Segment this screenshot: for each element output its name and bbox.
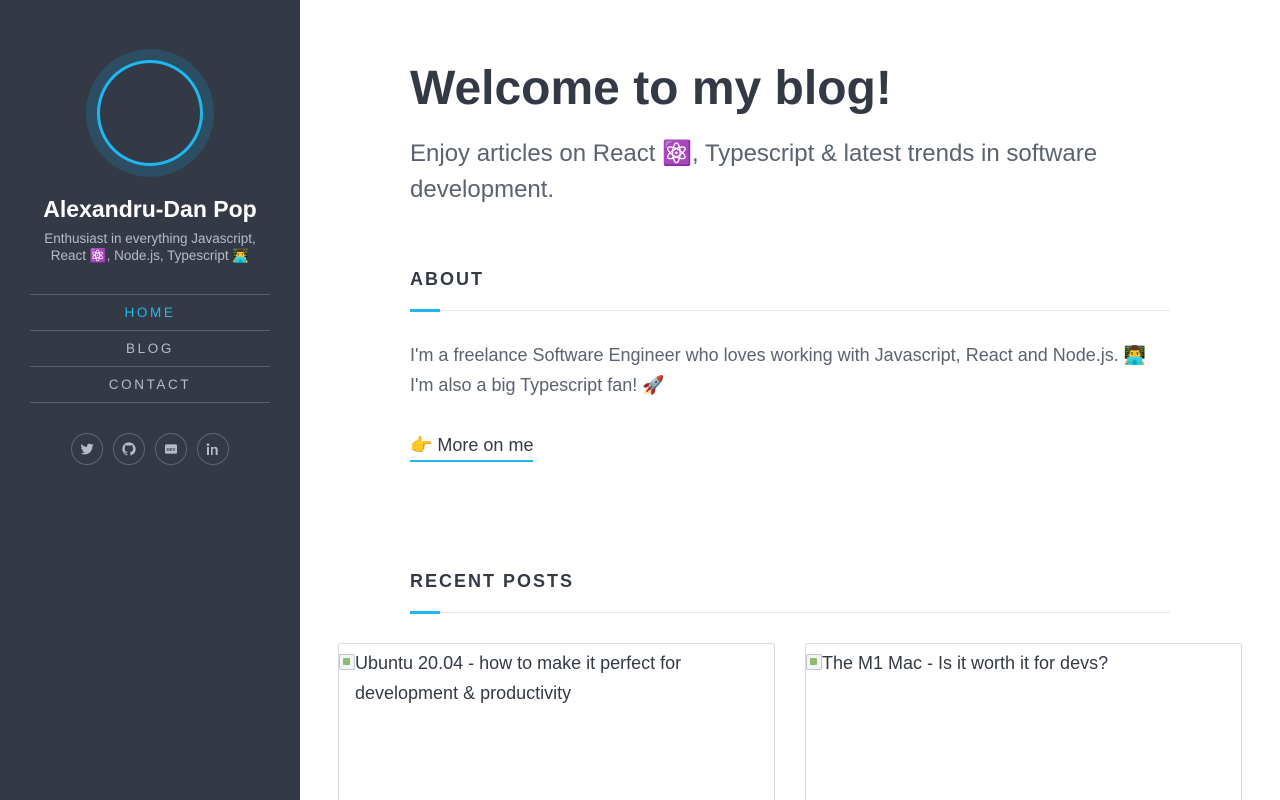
page-subtitle: Enjoy articles on React ⚛️, Typescript &… xyxy=(410,140,1098,203)
page-title: Welcome to my blog! xyxy=(410,62,892,115)
about-heading: About xyxy=(410,269,1170,312)
main-content: Welcome to my blog! Enjoy articles on Re… xyxy=(300,0,1280,800)
avatar-ring xyxy=(97,60,203,166)
nav-item-contact[interactable]: Contact xyxy=(30,367,270,403)
sidebar: Alexandru-Dan Pop Enthusiast in everythi… xyxy=(0,0,300,800)
dev-link[interactable]: DEV xyxy=(155,433,187,465)
author-tagline: Enthusiast in everything Javascript, Rea… xyxy=(44,231,256,263)
broken-image-icon xyxy=(806,654,822,670)
post-image[interactable]: The M1 Mac - Is it worth it for devs? xyxy=(806,644,1241,678)
post-card[interactable]: Ubuntu 20.04 - how to make it perfect fo… xyxy=(338,643,775,800)
twitter-icon xyxy=(80,443,94,455)
post-image-alt: Ubuntu 20.04 - how to make it perfect fo… xyxy=(355,653,682,703)
nav-item-home[interactable]: Home xyxy=(30,295,270,331)
recent-posts-heading-text: Recent Posts xyxy=(410,571,575,591)
post-image[interactable]: Ubuntu 20.04 - how to make it perfect fo… xyxy=(339,644,774,708)
post-image-alt: The M1 Mac - Is it worth it for devs? xyxy=(822,653,1109,673)
linkedin-link[interactable] xyxy=(197,433,229,465)
heading-accent xyxy=(410,309,440,312)
github-link[interactable] xyxy=(113,433,145,465)
twitter-link[interactable] xyxy=(71,433,103,465)
recent-posts-heading: Recent Posts xyxy=(410,571,1170,614)
more-on-me-link[interactable]: 👉 More on me xyxy=(410,432,534,462)
avatar[interactable] xyxy=(86,49,214,177)
about-text: I'm a freelance Software Engineer who lo… xyxy=(410,345,1147,395)
github-icon xyxy=(122,442,136,456)
heading-accent xyxy=(410,611,440,614)
main-nav: Home Blog Contact xyxy=(30,294,270,403)
social-links: DEV xyxy=(0,433,300,465)
post-card[interactable]: The M1 Mac - Is it worth it for devs? xyxy=(805,643,1242,800)
nav-item-blog[interactable]: Blog xyxy=(30,331,270,367)
svg-text:DEV: DEV xyxy=(167,447,176,452)
about-heading-text: About xyxy=(410,269,484,289)
author-name: Alexandru-Dan Pop xyxy=(43,196,257,222)
linkedin-icon xyxy=(206,443,218,455)
dev-icon: DEV xyxy=(165,444,177,454)
broken-image-icon xyxy=(339,654,355,670)
